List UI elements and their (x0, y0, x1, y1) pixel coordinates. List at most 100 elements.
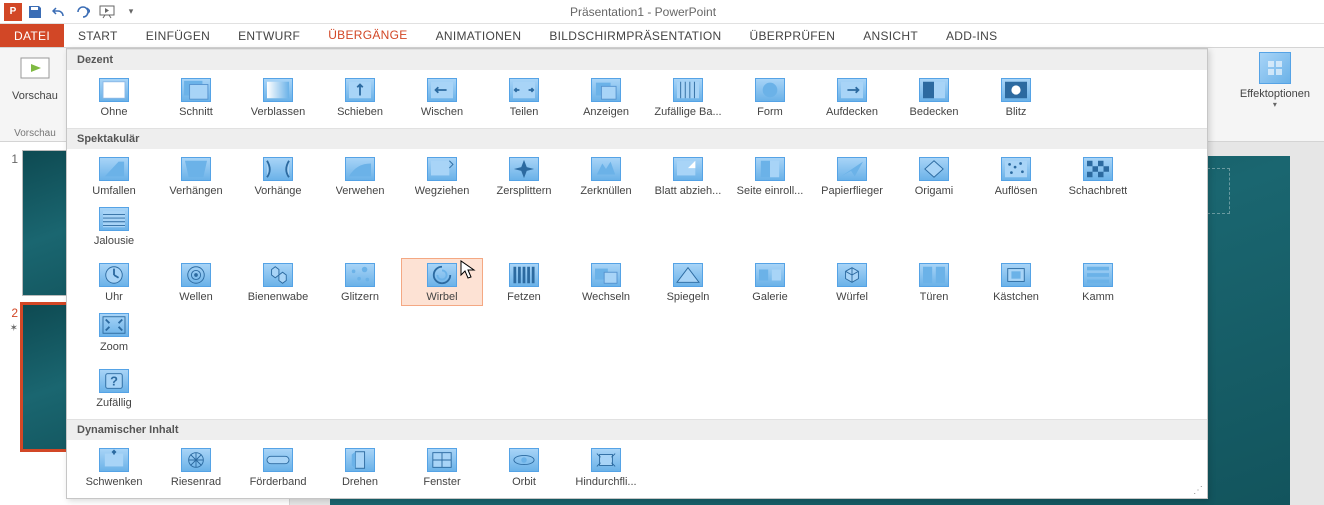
transition-thumb-icon (919, 263, 949, 287)
transition-item[interactable]: Zoom (73, 308, 155, 356)
transition-item[interactable]: Verwehen (319, 152, 401, 200)
transition-item[interactable]: Kamm (1057, 258, 1139, 306)
transition-item[interactable]: Anzeigen (565, 73, 647, 121)
transition-item[interactable]: Bedecken (893, 73, 975, 121)
vorschau-label: Vorschau (12, 90, 58, 102)
transition-item[interactable]: Glitzern (319, 258, 401, 306)
transition-item[interactable]: Ohne (73, 73, 155, 121)
transition-item[interactable]: Uhr (73, 258, 155, 306)
transition-thumb-icon (755, 157, 785, 181)
ribbon-tabs: DATEI START EINFÜGEN ENTWURF ÜBERGÄNGE A… (0, 24, 1324, 48)
transition-item[interactable]: Blitz (975, 73, 1057, 121)
undo-button[interactable] (48, 1, 70, 23)
transition-item[interactable]: Blatt abzieh... (647, 152, 729, 200)
transition-item[interactable]: Origami (893, 152, 975, 200)
preview-icon (19, 54, 51, 86)
transition-item[interactable]: Zersplittern (483, 152, 565, 200)
transition-item[interactable]: Orbit (483, 443, 565, 491)
tab-addins[interactable]: ADD-INS (932, 24, 1011, 47)
effektoptionen-button[interactable]: Effektoptionen ▾ (1234, 48, 1316, 111)
transition-caption: Verwehen (336, 185, 385, 197)
transition-caption: Wirbel (426, 291, 457, 303)
transition-item[interactable]: Wellen (155, 258, 237, 306)
transition-item[interactable]: Wirbel (401, 258, 483, 306)
transition-item[interactable]: Umfallen (73, 152, 155, 200)
transition-item[interactable]: Jalousie (73, 202, 155, 250)
transition-item[interactable]: Türen (893, 258, 975, 306)
transition-caption: Blatt abzieh... (655, 185, 722, 197)
tab-datei[interactable]: DATEI (0, 24, 64, 47)
gallery-row-spek-2: Uhr Wellen Bienenwabe Glitzern Wirbel Fetzen W… (67, 257, 1207, 363)
tab-start[interactable]: START (64, 24, 132, 47)
slide-number: 1 (4, 150, 22, 166)
transition-item[interactable]: Auflösen (975, 152, 1057, 200)
save-icon (28, 5, 42, 19)
transition-item[interactable]: Verblassen (237, 73, 319, 121)
transition-item[interactable]: Riesenrad (155, 443, 237, 491)
tab-uebergaenge[interactable]: ÜBERGÄNGE (314, 24, 421, 47)
transition-thumb-icon (509, 448, 539, 472)
start-show-button[interactable] (96, 1, 118, 23)
transition-caption: Wechseln (582, 291, 630, 303)
transition-item[interactable]: Teilen (483, 73, 565, 121)
transition-caption: Galerie (752, 291, 787, 303)
transition-thumb-icon (1001, 157, 1031, 181)
transition-thumb-icon (99, 448, 129, 472)
save-button[interactable] (24, 1, 46, 23)
transition-caption: Schwenken (86, 476, 143, 488)
transition-item[interactable]: Schnitt (155, 73, 237, 121)
transition-caption: Bienenwabe (248, 291, 309, 303)
transition-thumb-icon (263, 448, 293, 472)
transition-item[interactable]: Schwenken (73, 443, 155, 491)
transition-item[interactable]: Fetzen (483, 258, 565, 306)
transition-item[interactable]: Schieben (319, 73, 401, 121)
transition-caption: Fenster (423, 476, 460, 488)
redo-icon (76, 5, 90, 19)
transition-caption: Drehen (342, 476, 378, 488)
transition-item[interactable]: Fenster (401, 443, 483, 491)
tab-ueberpruefen[interactable]: ÜBERPRÜFEN (736, 24, 850, 47)
transition-caption: Zoom (100, 341, 128, 353)
transition-caption: Wellen (179, 291, 212, 303)
transition-item[interactable]: Würfel (811, 258, 893, 306)
transition-item[interactable]: Kästchen (975, 258, 1057, 306)
tab-entwurf[interactable]: ENTWURF (224, 24, 314, 47)
quick-access-toolbar: P ▾ (0, 1, 142, 23)
transition-item[interactable]: Papierflieger (811, 152, 893, 200)
transition-item[interactable]: Wegziehen (401, 152, 483, 200)
transition-caption: Seite einroll... (737, 185, 804, 197)
transition-thumb-icon (427, 263, 457, 287)
transition-item[interactable]: Drehen (319, 443, 401, 491)
transition-item[interactable]: Verhängen (155, 152, 237, 200)
transition-item[interactable]: Zerknüllen (565, 152, 647, 200)
transition-item[interactable]: Zufällige Ba... (647, 73, 729, 121)
qat-customize[interactable]: ▾ (120, 1, 142, 23)
ribbon-body: Vorschau Vorschau Dezent OhneSchnittVerb… (0, 48, 1324, 142)
transition-item[interactable]: Galerie (729, 258, 811, 306)
transition-item[interactable]: ? Zufällig (73, 364, 155, 412)
transition-item[interactable]: Aufdecken (811, 73, 893, 121)
svg-text:?: ? (110, 374, 118, 389)
transition-item[interactable]: Seite einroll... (729, 152, 811, 200)
transition-caption: Zufällig (96, 397, 131, 409)
transition-item[interactable]: Wischen (401, 73, 483, 121)
transition-item[interactable]: Wechseln (565, 258, 647, 306)
transition-caption: Fetzen (507, 291, 541, 303)
transition-caption: Schnitt (179, 106, 213, 118)
transition-item[interactable]: Hindurchfli... (565, 443, 647, 491)
transition-item[interactable]: Vorhänge (237, 152, 319, 200)
transition-item[interactable]: Schachbrett (1057, 152, 1139, 200)
tab-einfuegen[interactable]: EINFÜGEN (132, 24, 224, 47)
tab-bildschirm[interactable]: BILDSCHIRMPRÄSENTATION (535, 24, 735, 47)
redo-button[interactable] (72, 1, 94, 23)
vorschau-button[interactable]: Vorschau (6, 52, 64, 104)
tab-ansicht[interactable]: ANSICHT (849, 24, 932, 47)
tab-animationen[interactable]: ANIMATIONEN (422, 24, 536, 47)
transition-thumb-icon (591, 263, 621, 287)
transition-item[interactable]: Förderband (237, 443, 319, 491)
transition-item[interactable]: Spiegeln (647, 258, 729, 306)
transition-caption: Kamm (1082, 291, 1114, 303)
resize-grip-icon[interactable]: ⋰ (1193, 485, 1203, 496)
transition-item[interactable]: Form (729, 73, 811, 121)
transition-item[interactable]: Bienenwabe (237, 258, 319, 306)
